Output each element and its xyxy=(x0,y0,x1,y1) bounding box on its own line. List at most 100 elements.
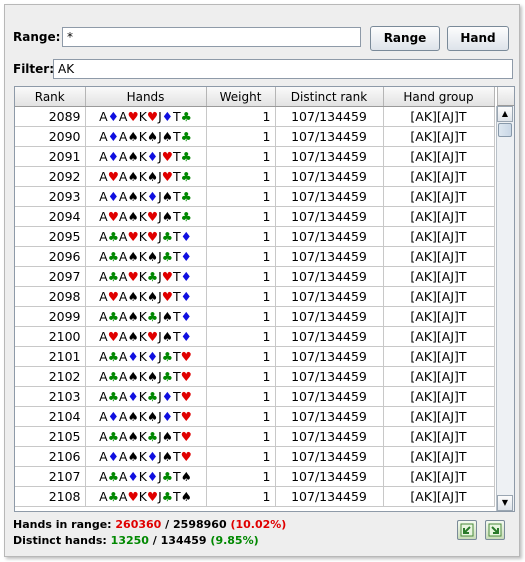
hand-range-panel: Range: * Range Hand Filter: AK Rank Hand… xyxy=(4,4,520,557)
card-rank: T xyxy=(173,289,181,304)
card-rank: K xyxy=(138,349,147,364)
table-header-corner xyxy=(497,87,514,106)
hand-group-cell: [AK][AJ]T xyxy=(383,106,495,127)
distinct-rank-cell: 107/134459 xyxy=(275,486,384,507)
hands-cell: A♦A♠K♠J♠T♣ xyxy=(85,126,207,147)
scroll-up-arrow-icon[interactable]: ▲ xyxy=(497,106,513,122)
column-header-hand-group[interactable]: Hand group xyxy=(383,87,495,107)
table-row[interactable]: 2098 A♥A♠K♠J♥T♦ 1 107/134459 [AK][AJ]T xyxy=(15,286,495,307)
table-row[interactable]: 2105 A♣A♠K♣J♠T♥ 1 107/134459 [AK][AJ]T xyxy=(15,426,495,447)
table-row[interactable]: 2095 A♣A♥K♥J♣T♦ 1 107/134459 [AK][AJ]T xyxy=(15,226,495,247)
table-row[interactable]: 2093 A♦A♠K♦J♠T♣ 1 107/134459 [AK][AJ]T xyxy=(15,186,495,207)
card-suit-icon: ♣ xyxy=(161,469,174,484)
rank-cell: 2100 xyxy=(15,326,86,347)
distinct-hands-status: Distinct hands: 13250 / 134459 (9.85%) xyxy=(13,534,259,547)
table-row[interactable]: 2099 A♣A♠K♣J♠T♦ 1 107/134459 [AK][AJ]T xyxy=(15,306,495,327)
vertical-scrollbar[interactable]: ▲ ▼ xyxy=(496,106,514,511)
table-row[interactable]: 2103 A♣A♦K♣J♦T♥ 1 107/134459 [AK][AJ]T xyxy=(15,386,495,407)
scroll-down-arrow-icon[interactable]: ▼ xyxy=(497,495,513,511)
card-suit-icon: ♦ xyxy=(127,389,139,404)
card-suit-icon: ♦ xyxy=(161,409,174,424)
column-header-weight[interactable]: Weight xyxy=(206,87,276,107)
table-row[interactable]: 2107 A♣A♦K♦J♣T♠ 1 107/134459 [AK][AJ]T xyxy=(15,466,495,487)
filter-input[interactable]: AK xyxy=(53,59,513,79)
card-suit-icon: ♠ xyxy=(127,289,139,304)
card-suit-icon: ♦ xyxy=(127,349,139,364)
import-icon xyxy=(488,523,502,537)
card-rank: T xyxy=(173,129,181,144)
table-row[interactable]: 2104 A♦A♠K♠J♦T♥ 1 107/134459 [AK][AJ]T xyxy=(15,406,495,427)
import-button[interactable] xyxy=(485,520,505,540)
hands-in-range-count: 260360 xyxy=(115,518,162,531)
hand-group-cell: [AK][AJ]T xyxy=(383,186,495,207)
card-suit-icon: ♦ xyxy=(146,149,159,164)
table-row[interactable]: 2096 A♣A♠K♠J♣T♦ 1 107/134459 [AK][AJ]T xyxy=(15,246,495,267)
hands-cell: A♣A♠K♣J♠T♥ xyxy=(85,426,207,447)
table-row[interactable]: 2089 A♦A♥K♥J♦T♣ 1 107/134459 [AK][AJ]T xyxy=(15,106,495,127)
table-row[interactable]: 2091 A♦A♠K♦J♥T♣ 1 107/134459 [AK][AJ]T xyxy=(15,146,495,167)
card-rank: A xyxy=(99,409,108,424)
card-suit-icon: ♠ xyxy=(146,249,159,264)
card-suit-icon: ♠ xyxy=(127,249,139,264)
hands-in-range-label: Hands in range: xyxy=(13,518,112,531)
scroll-thumb[interactable] xyxy=(498,123,512,137)
table-row[interactable]: 2094 A♥A♠K♥J♠T♣ 1 107/134459 [AK][AJ]T xyxy=(15,206,495,227)
hands-cell: A♦A♠K♦J♠T♥ xyxy=(85,446,207,467)
rank-cell: 2106 xyxy=(15,446,86,467)
table-row[interactable]: 2101 A♣A♦K♦J♣T♥ 1 107/134459 [AK][AJ]T xyxy=(15,346,495,367)
table-row[interactable]: 2106 A♦A♠K♦J♠T♥ 1 107/134459 [AK][AJ]T xyxy=(15,446,495,467)
rank-cell: 2095 xyxy=(15,226,86,247)
range-button[interactable]: Range xyxy=(370,26,440,51)
table-row[interactable]: 2097 A♣A♥K♣J♥T♦ 1 107/134459 [AK][AJ]T xyxy=(15,266,495,287)
column-header-distinct-rank[interactable]: Distinct rank xyxy=(275,87,384,107)
card-suit-icon: ♦ xyxy=(146,469,159,484)
weight-cell: 1 xyxy=(206,386,276,407)
table-row[interactable]: 2092 A♥A♠K♠J♥T♣ 1 107/134459 [AK][AJ]T xyxy=(15,166,495,187)
card-rank: K xyxy=(138,269,147,284)
card-rank: K xyxy=(138,149,147,164)
export-button[interactable] xyxy=(457,520,477,540)
column-header-rank[interactable]: Rank xyxy=(15,87,86,107)
card-suit-icon: ♦ xyxy=(180,309,192,324)
card-suit-icon: ♠ xyxy=(180,489,192,504)
weight-cell: 1 xyxy=(206,346,276,367)
rank-cell: 2093 xyxy=(15,186,86,207)
hand-group-cell: [AK][AJ]T xyxy=(383,486,495,507)
weight-cell: 1 xyxy=(206,306,276,327)
distinct-hands-percent: (9.85%) xyxy=(210,534,259,547)
hand-button[interactable]: Hand xyxy=(447,26,509,51)
hands-cell: A♦A♠K♦J♥T♣ xyxy=(85,146,207,167)
column-header-hands[interactable]: Hands xyxy=(85,87,207,107)
table-row[interactable]: 2108 A♣A♥K♥J♣T♠ 1 107/134459 [AK][AJ]T xyxy=(15,486,495,507)
export-icon xyxy=(460,523,474,537)
card-suit-icon: ♦ xyxy=(180,329,192,344)
table-row[interactable]: 2100 A♥A♠K♥J♠T♦ 1 107/134459 [AK][AJ]T xyxy=(15,326,495,347)
distinct-rank-cell: 107/134459 xyxy=(275,426,384,447)
card-suit-icon: ♥ xyxy=(180,449,192,464)
hands-in-range-status: Hands in range: 260360 / 2598960 (10.02%… xyxy=(13,518,286,531)
card-rank: T xyxy=(173,349,181,364)
range-input[interactable]: * xyxy=(62,27,361,47)
rank-cell: 2099 xyxy=(15,306,86,327)
card-suit-icon: ♣ xyxy=(107,349,119,364)
hands-cell: A♣A♥K♣J♥T♦ xyxy=(85,266,207,287)
card-suit-icon: ♥ xyxy=(146,489,159,504)
hands-cell: A♣A♠K♠J♣T♦ xyxy=(85,246,207,267)
distinct-rank-cell: 107/134459 xyxy=(275,226,384,247)
table-row[interactable]: 2102 A♣A♠K♠J♣T♥ 1 107/134459 [AK][AJ]T xyxy=(15,366,495,387)
hands-cell: A♥A♠K♠J♥T♣ xyxy=(85,166,207,187)
table-row[interactable]: 2090 A♦A♠K♠J♠T♣ 1 107/134459 [AK][AJ]T xyxy=(15,126,495,147)
card-suit-icon: ♥ xyxy=(146,209,159,224)
card-suit-icon: ♥ xyxy=(180,389,192,404)
card-suit-icon: ♠ xyxy=(127,189,139,204)
weight-cell: 1 xyxy=(206,486,276,507)
card-suit-icon: ♥ xyxy=(127,489,139,504)
card-rank: A xyxy=(99,369,108,384)
card-suit-icon: ♦ xyxy=(146,449,159,464)
card-rank: T xyxy=(173,429,181,444)
card-suit-icon: ♣ xyxy=(107,249,119,264)
card-suit-icon: ♣ xyxy=(161,349,174,364)
card-suit-icon: ♣ xyxy=(107,229,119,244)
card-suit-icon: ♥ xyxy=(180,369,192,384)
distinct-rank-cell: 107/134459 xyxy=(275,126,384,147)
